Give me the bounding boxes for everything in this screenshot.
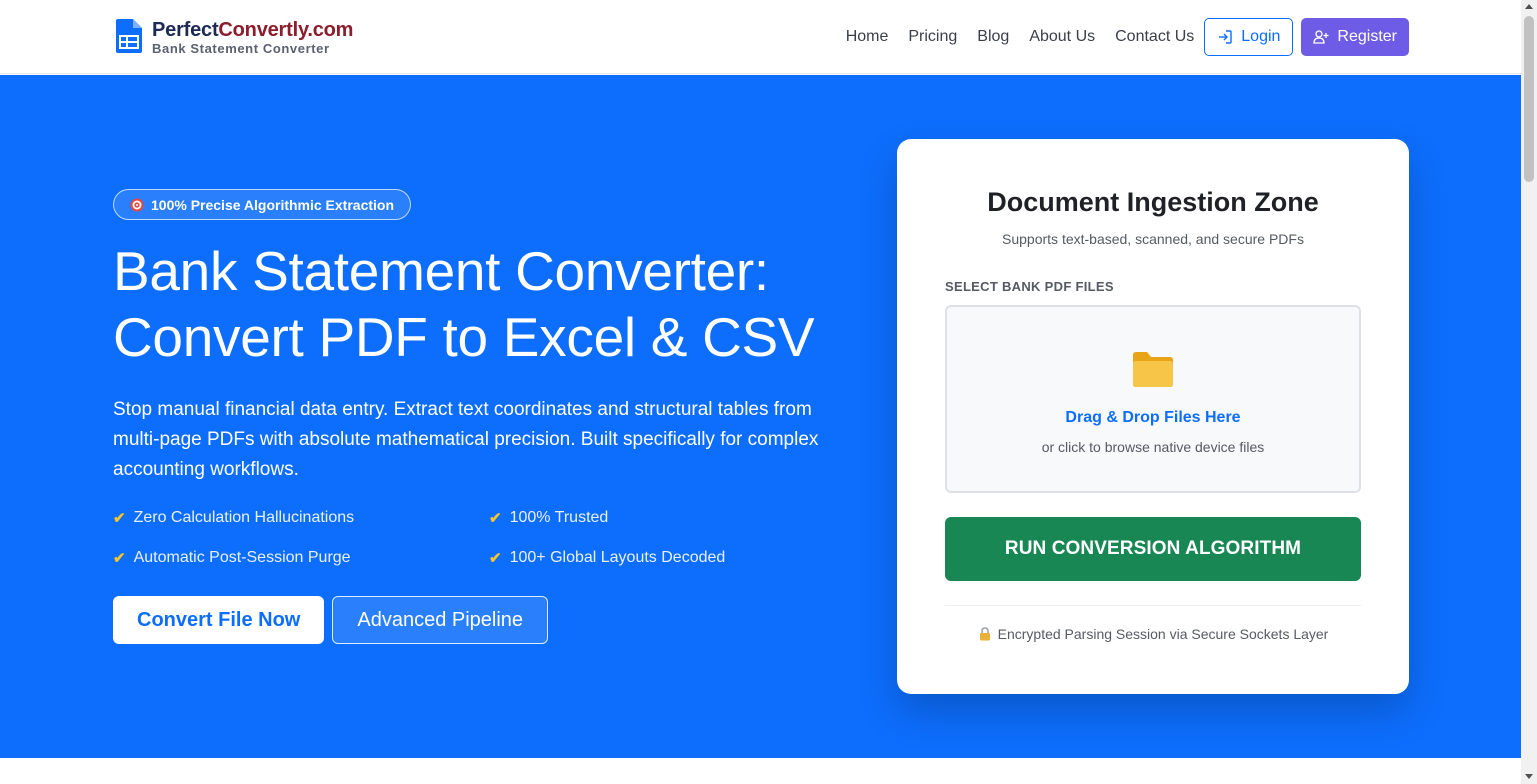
feature-item: ✔ 100% Trusted [489,508,849,528]
nav-home[interactable]: Home [846,18,889,56]
user-plus-icon [1313,30,1329,44]
hero-title-line1: Bank Statement Converter: [113,240,769,302]
feature-label: Automatic Post-Session Purge [133,549,351,566]
login-button[interactable]: Login [1204,18,1294,56]
main-nav: Home Pricing Blog About Us Contact Us Lo… [846,18,1409,56]
register-button[interactable]: Register [1301,18,1409,56]
run-conversion-button[interactable]: RUN CONVERSION ALGORITHM [945,517,1361,581]
document-ingestion-card: Document Ingestion Zone Supports text-ba… [897,139,1409,694]
feature-label: Zero Calculation Hallucinations [133,509,355,526]
card-divider [945,605,1361,606]
scroll-up-arrow-icon[interactable] [1525,4,1533,9]
card-subtitle: Supports text-based, scanned, and secure… [1002,231,1304,247]
card-title: Document Ingestion Zone [987,187,1319,217]
login-label: Login [1241,28,1281,45]
checkmark-icon: ✔ [489,550,502,567]
site-header: PerfectConvertly.com Bank Statement Conv… [0,0,1521,74]
sign-in-icon [1219,30,1232,44]
brand-name-part2: Convertly.com [218,19,354,41]
scroll-down-arrow-icon[interactable] [1525,774,1533,779]
badge-label: 100% Precise Algorithmic Extraction [151,196,395,213]
nav-about-us[interactable]: About Us [1029,18,1095,56]
scrollbar-thumb[interactable] [1524,16,1534,182]
page-scrollbar[interactable] [1521,0,1537,784]
hero-description: Stop manual financial data entry. Extrac… [113,399,819,480]
nav-pricing[interactable]: Pricing [908,18,957,56]
advanced-pipeline-button[interactable]: Advanced Pipeline [332,596,549,644]
feature-item: ✔ Zero Calculation Hallucinations [113,508,489,528]
nav-contact-us[interactable]: Contact Us [1115,18,1194,56]
file-dropzone[interactable]: Drag & Drop Files Here or click to brows… [945,305,1361,493]
cta-row: Convert File Now Advanced Pipeline [113,596,549,644]
feature-label: 100% Trusted [509,509,609,526]
hero-title: Bank Statement Converter: Convert PDF to… [113,238,873,370]
checkmark-icon: ✔ [113,510,126,527]
brand-subtitle: Bank Statement Converter [152,41,330,56]
nav-blog[interactable]: Blog [977,18,1009,56]
feature-label: 100+ Global Layouts Decoded [509,549,726,566]
checkmark-icon: ✔ [113,550,126,567]
hero-title-line2: Convert PDF to Excel & CSV [113,306,815,368]
file-select-label: SELECT BANK PDF FILES [945,279,1114,294]
feature-item: ✔ 100+ Global Layouts Decoded [489,548,849,568]
convert-file-now-button[interactable]: Convert File Now [113,596,325,644]
brand-name-part1: Perfect [152,19,219,41]
secure-note: Encrypted Parsing Session via Secure Soc… [897,626,1409,642]
feature-list: ✔ Zero Calculation Hallucinations ✔ 100% T… [113,508,853,568]
precision-badge: 100% Precise Algorithmic Extraction [113,189,412,220]
secure-note-text: Encrypted Parsing Session via Secure Soc… [997,626,1329,642]
dropzone-subtitle: or click to browse native device files [1041,439,1265,455]
feature-item: ✔ Automatic Post-Session Purge [113,548,489,568]
brand-name: PerfectConvertly.com [152,18,353,42]
spreadsheet-file-icon [116,19,142,53]
folder-icon [1133,352,1173,387]
dropzone-title: Drag & Drop Files Here [1065,409,1241,426]
target-icon [130,198,144,211]
hero-section: 100% Precise Algorithmic Extraction Bank… [0,75,1521,758]
register-label: Register [1337,28,1397,45]
lock-icon [979,627,990,641]
brand-logo[interactable]: PerfectConvertly.com Bank Statement Conv… [116,18,353,56]
checkmark-icon: ✔ [489,510,502,527]
